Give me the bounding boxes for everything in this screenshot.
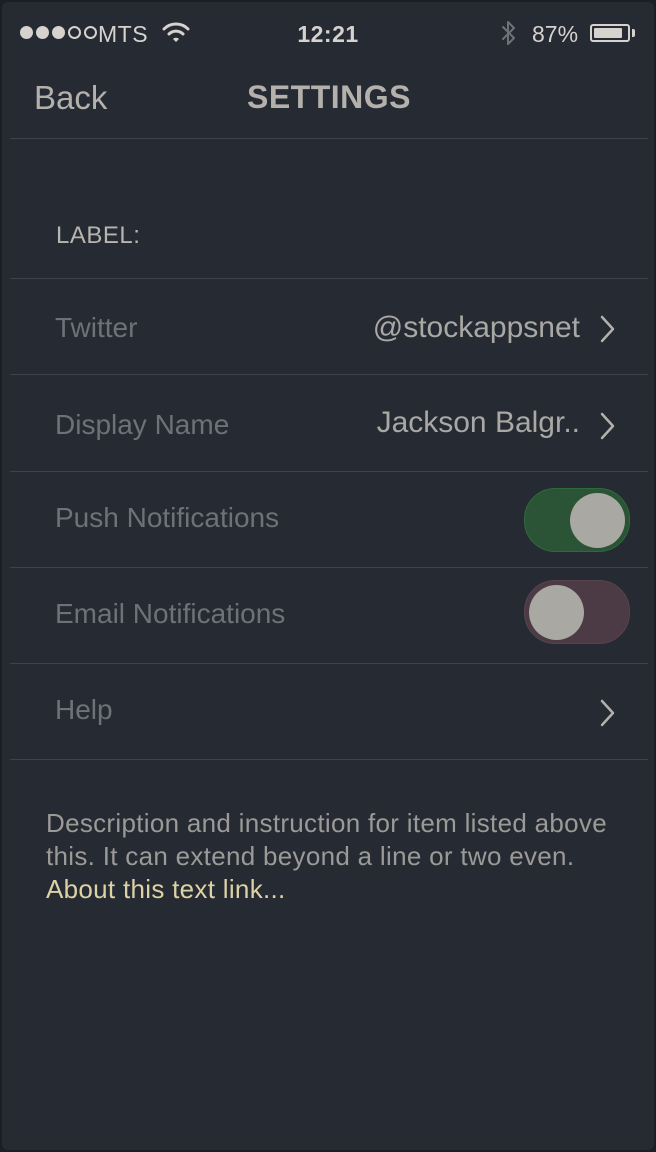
push-notifications-row: Push Notifications bbox=[10, 472, 648, 568]
settings-screen: MTS 12:21 87% Back SETTINGS LABEL: Twitt bbox=[2, 2, 654, 1150]
twitter-row[interactable]: Twitter @stockappsnet bbox=[10, 279, 648, 375]
chevron-right-icon bbox=[596, 411, 618, 441]
section-label: LABEL: bbox=[56, 222, 141, 249]
toggle-knob bbox=[570, 493, 625, 548]
email-notifications-label: Email Notifications bbox=[55, 598, 286, 629]
email-notifications-row: Email Notifications bbox=[10, 568, 648, 664]
twitter-value: @stockappsnet bbox=[372, 311, 580, 344]
push-notifications-label: Push Notifications bbox=[55, 502, 280, 533]
help-label: Help bbox=[55, 694, 113, 725]
chevron-right-icon bbox=[596, 698, 618, 728]
chevron-right-icon bbox=[596, 314, 618, 344]
display-name-label: Display Name bbox=[55, 409, 230, 440]
push-notifications-toggle[interactable] bbox=[524, 488, 630, 552]
email-notifications-toggle[interactable] bbox=[524, 580, 630, 644]
footer-description-text: Description and instruction for item lis… bbox=[46, 808, 607, 871]
status-bar: MTS 12:21 87% bbox=[2, 2, 654, 64]
footer-description: Description and instruction for item lis… bbox=[46, 807, 636, 906]
page-title: SETTINGS bbox=[246, 79, 411, 115]
display-name-value: Jackson Balgr.. bbox=[376, 406, 580, 439]
battery-tip bbox=[632, 29, 635, 37]
battery-level-fill bbox=[594, 28, 622, 38]
help-row[interactable]: Help bbox=[10, 664, 648, 760]
battery-icon bbox=[590, 24, 630, 42]
battery-percentage: 87% bbox=[532, 21, 579, 47]
twitter-label: Twitter bbox=[55, 312, 138, 343]
about-text-link[interactable]: About this text link... bbox=[46, 874, 286, 904]
toggle-knob bbox=[529, 585, 584, 640]
bluetooth-icon bbox=[500, 19, 518, 53]
section-header: LABEL: bbox=[10, 139, 648, 279]
display-name-row[interactable]: Display Name Jackson Balgr.. bbox=[10, 376, 648, 472]
navigation-bar: Back SETTINGS bbox=[10, 64, 648, 139]
